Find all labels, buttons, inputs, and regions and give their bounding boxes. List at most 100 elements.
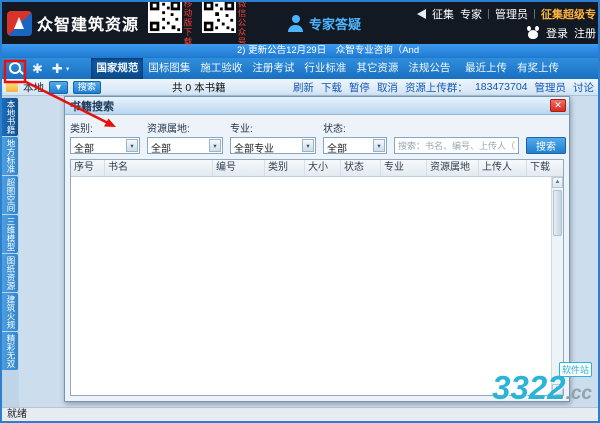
qr-wechat-label: 微信公众号 xyxy=(237,0,247,47)
register-link[interactable]: 注册 xyxy=(574,25,596,41)
divider xyxy=(534,9,535,19)
sidebar-item-local-standards[interactable]: 地方标准 xyxy=(2,137,18,175)
local-label[interactable]: 本地 xyxy=(23,80,44,95)
download-dropdown-button[interactable]: ▼ xyxy=(49,81,68,94)
search-input[interactable] xyxy=(394,137,519,154)
book-count: 共 0 本书籍 xyxy=(172,80,226,95)
move-icon[interactable]: ✚ xyxy=(52,61,63,76)
sidebar-item-fire-codes[interactable]: 建筑火规 xyxy=(2,293,18,331)
announcement-bar: 2) 更新公告12月29日 众智专业咨询（And xyxy=(2,44,598,58)
dialog-search-button[interactable]: 搜索 xyxy=(526,137,566,154)
col-title[interactable]: 书名 xyxy=(105,160,213,176)
sidebar: 本地书籍 地方标准 超图空间 三维模型 图纸资源 建筑火规 精彩无双 xyxy=(2,96,19,407)
sidebar-item-drawings[interactable]: 图纸资源 xyxy=(2,254,18,292)
qr-mobile-label: 移动版下载 xyxy=(183,0,193,47)
admin-link-2[interactable]: 管理员 xyxy=(535,80,567,95)
col-index[interactable]: 序号 xyxy=(71,160,105,176)
chevron-down-icon[interactable]: ▾ xyxy=(209,139,221,152)
qr-mobile: 移动版下载 xyxy=(148,0,193,47)
discuss-link[interactable]: 讨论 xyxy=(573,80,594,95)
watermark-number: 3322 xyxy=(492,369,565,406)
qr-mobile-image xyxy=(148,0,182,33)
header-links-row: 征集 专家 管理员 征集超级专 xyxy=(417,6,596,22)
status-select[interactable]: 全部 ▾ xyxy=(323,137,387,154)
tab-national-atlas[interactable]: 国标图集 xyxy=(143,58,195,79)
major-select[interactable]: 全部专业 ▾ xyxy=(230,137,316,154)
dialog-titlebar[interactable]: 书籍搜索 ✕ xyxy=(65,97,569,115)
dialog-body: 类别: 全部 ▾ 资源属地: 全部 ▾ 专业: 全部专业 xyxy=(65,115,569,401)
category-field: 类别: 全部 ▾ xyxy=(70,120,140,154)
mascot-icon xyxy=(526,26,540,39)
sub-toolbar: 本地 ▼ 搜索 共 0 本书籍 刷新 下载 暂停 取消 资源上传群： 18347… xyxy=(2,79,598,96)
upload-group-number: 183473704 xyxy=(475,81,528,93)
category-select[interactable]: 全部 ▾ xyxy=(70,137,140,154)
col-status[interactable]: 状态 xyxy=(341,160,381,176)
admin-link[interactable]: 管理员 xyxy=(495,6,528,22)
sidebar-item-highlights[interactable]: 精彩无双 xyxy=(2,332,18,370)
super-expert-link[interactable]: 征集超级专 xyxy=(541,6,596,22)
search-button[interactable]: 搜索 xyxy=(73,81,101,94)
expert-link[interactable]: 专家 xyxy=(460,6,482,22)
col-region[interactable]: 资源属地 xyxy=(427,160,479,176)
status-bar: 就绪 xyxy=(2,407,598,421)
download-link[interactable]: 下载 xyxy=(321,80,342,95)
cancel-link[interactable]: 取消 xyxy=(377,80,398,95)
tab-registration-exam[interactable]: 注册考试 xyxy=(247,58,299,79)
toolbar-row: ✱ ✚ ▾ 国家规范 国标图集 施工验收 注册考试 行业标准 其它资源 法规公告… xyxy=(2,58,598,79)
sidebar-item-space[interactable]: 超图空间 xyxy=(2,176,18,214)
col-major[interactable]: 专业 xyxy=(381,160,427,176)
chevron-down-icon[interactable]: ▾ xyxy=(66,65,70,73)
expert-qa-link[interactable]: 专家答疑 xyxy=(287,14,361,33)
app-title: 众智建筑资源 xyxy=(37,11,139,35)
pause-link[interactable]: 暂停 xyxy=(349,80,370,95)
region-value: 全部 xyxy=(151,144,171,155)
tab-regulations[interactable]: 法规公告 xyxy=(403,58,455,79)
sidebar-item-local-books[interactable]: 本地书籍 xyxy=(2,98,18,136)
col-number[interactable]: 编号 xyxy=(213,160,265,176)
tab-reward-uploads[interactable]: 有奖上传 xyxy=(512,58,564,79)
watermark-badge: 软件站 xyxy=(559,362,592,377)
sub-toolbar-links: 刷新 下载 暂停 取消 资源上传群： 183473704 管理员 讨论 xyxy=(293,80,594,95)
qr-wechat: 微信公众号 xyxy=(202,0,247,47)
tab-national-codes[interactable]: 国家规范 xyxy=(91,58,143,79)
collect-link[interactable]: 征集 xyxy=(432,6,454,22)
col-size[interactable]: 大小 xyxy=(305,160,341,176)
status-text: 就绪 xyxy=(7,409,27,420)
chevron-down-icon[interactable]: ▾ xyxy=(373,139,385,152)
login-link[interactable]: 登录 xyxy=(546,25,568,41)
chevron-down-icon[interactable]: ▾ xyxy=(302,139,314,152)
major-field: 专业: 全部专业 ▾ xyxy=(230,120,316,154)
tab-recent-uploads[interactable]: 最近上传 xyxy=(460,58,512,79)
gear-icon[interactable]: ✱ xyxy=(32,61,43,76)
col-uploader[interactable]: 上传人 xyxy=(479,160,527,176)
region-select[interactable]: 全部 ▾ xyxy=(147,137,223,154)
status-value: 全部 xyxy=(327,144,347,155)
logo-icon xyxy=(7,11,32,36)
category-tabs: 国家规范 国标图集 施工验收 注册考试 行业标准 其它资源 法规公告 最近上传 … xyxy=(91,58,598,79)
qr-wechat-image xyxy=(202,0,236,33)
expert-qa-label: 专家答疑 xyxy=(309,14,361,33)
login-row: 登录 注册 xyxy=(526,25,596,41)
sidebar-item-3d-models[interactable]: 三维模型 xyxy=(2,215,18,253)
table-body: ▲ ▼ xyxy=(71,177,563,395)
scroll-up-icon[interactable]: ▲ xyxy=(552,177,563,188)
speaker-icon xyxy=(417,9,426,19)
app-logo: 众智建筑资源 xyxy=(2,11,139,36)
watermark-3322: 软件站 3322.cc xyxy=(492,369,592,407)
tab-construction-acceptance[interactable]: 施工验收 xyxy=(195,58,247,79)
search-form: 类别: 全部 ▾ 资源属地: 全部 ▾ 专业: 全部专业 xyxy=(70,120,564,154)
dialog-title: 书籍搜索 xyxy=(70,98,550,114)
col-category[interactable]: 类别 xyxy=(265,160,305,176)
header: 众智建筑资源 移动版下载 微信公众号 专家答疑 征集 专家 管理员 征集超级专 xyxy=(2,2,598,44)
tab-other-resources[interactable]: 其它资源 xyxy=(351,58,403,79)
chevron-down-icon[interactable]: ▾ xyxy=(126,139,138,152)
book-search-dialog: 书籍搜索 ✕ 类别: 全部 ▾ 资源属地: 全部 ▾ xyxy=(64,96,570,402)
close-icon[interactable]: ✕ xyxy=(550,99,566,112)
watermark-suffix: .cc xyxy=(566,383,592,404)
refresh-link[interactable]: 刷新 xyxy=(293,80,314,95)
app-window: 众智建筑资源 移动版下载 微信公众号 专家答疑 征集 专家 管理员 征集超级专 xyxy=(0,0,600,423)
col-download[interactable]: 下载 xyxy=(527,160,563,176)
tab-industry-standards[interactable]: 行业标准 xyxy=(299,58,351,79)
search-icon[interactable] xyxy=(8,61,23,76)
scrollbar-thumb[interactable] xyxy=(553,190,562,236)
